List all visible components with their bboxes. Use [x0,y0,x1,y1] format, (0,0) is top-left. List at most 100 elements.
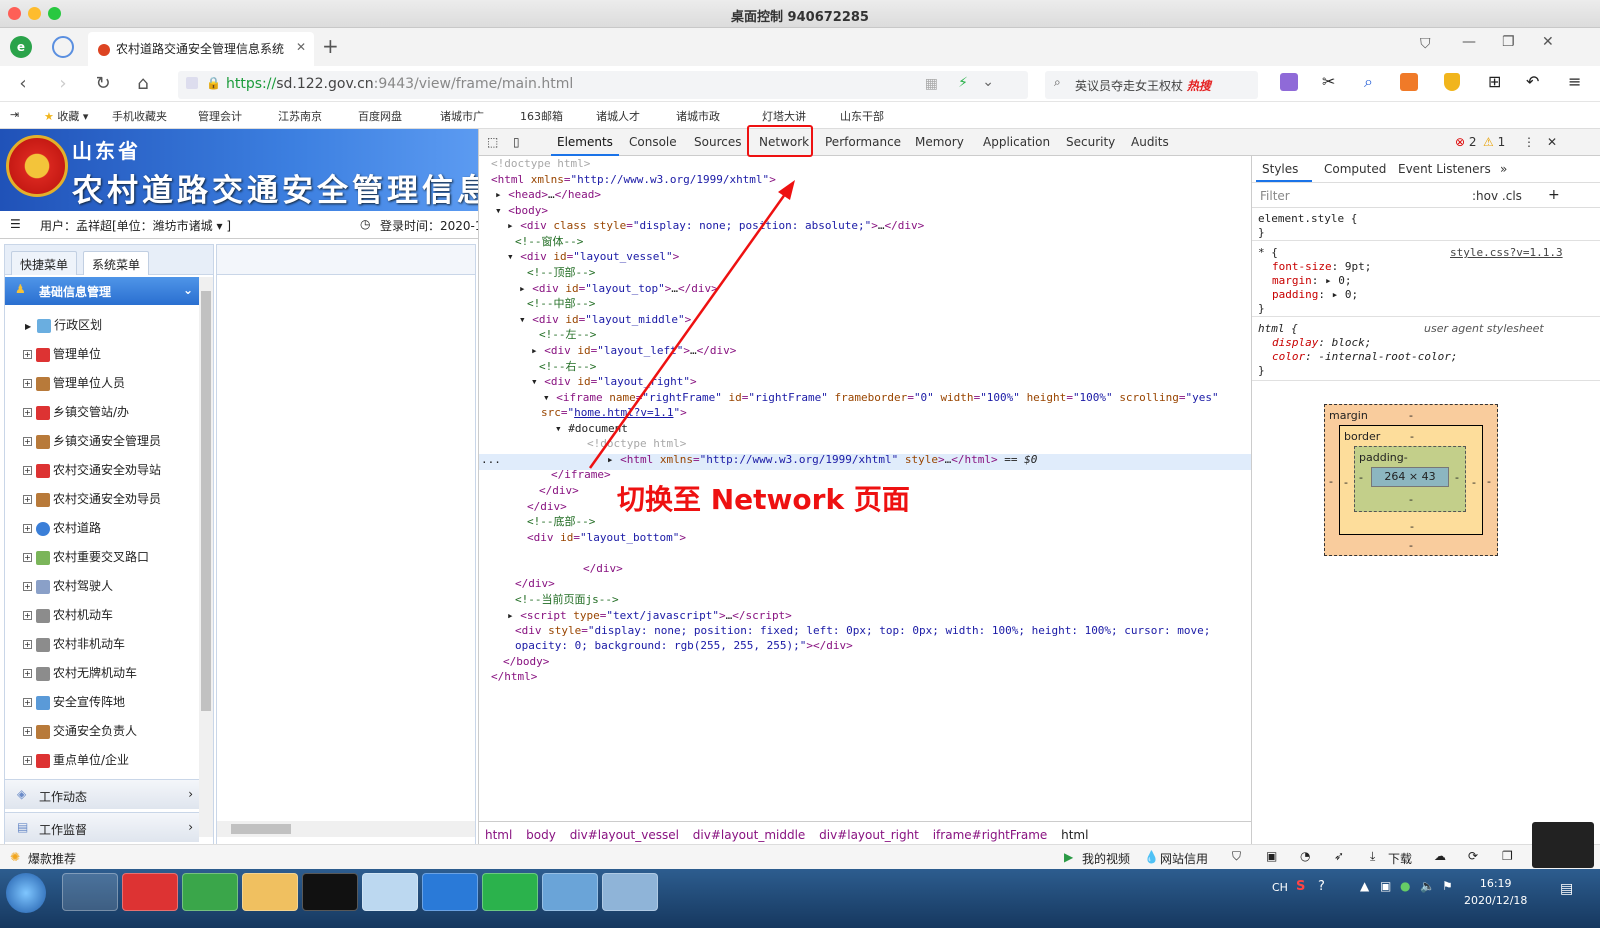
word-taskbar-icon[interactable] [422,873,478,911]
menu-scrollbar[interactable] [199,277,213,837]
restore-icon[interactable]: ❐ [1502,34,1515,50]
sync-icon[interactable]: ● [1400,879,1410,893]
menu-item[interactable]: + 乡镇交管站/办 [5,396,195,425]
menu-item[interactable]: + 农村非机动车 [5,628,195,657]
dom-line[interactable]: <!--当前页面js--> [515,592,619,608]
speed-icon[interactable]: ◔ [1300,849,1310,863]
tab-computed[interactable]: Computed [1324,162,1386,176]
tray-icon[interactable]: ▲ [1360,879,1369,893]
notes-taskbar-icon[interactable] [362,873,418,911]
netease-taskbar-icon[interactable] [122,873,178,911]
menu-item[interactable]: + 乡镇交通安全管理员 [5,425,195,454]
browser-logo-icon[interactable]: e [10,36,32,58]
reload-icon[interactable]: ↻ [92,74,114,96]
bookmark-1[interactable]: 手机收藏夹 [112,108,167,124]
grid-icon[interactable]: ⊞ [1488,72,1501,91]
box-model-diagram[interactable]: margin - - - - border - - - - padding- -… [1324,404,1498,556]
dom-line[interactable]: <html xmlns="http://www.w3.org/1999/xhtm… [491,172,776,188]
menu-item[interactable]: + 管理单位人员 [5,367,195,396]
chevron-down-icon[interactable]: ⌄ [982,74,994,90]
dom-line[interactable]: </div> [527,499,567,515]
translate-icon[interactable] [1280,73,1298,91]
window-icon[interactable]: ❐ [1502,849,1513,863]
dom-line[interactable]: opacity: 0; background: rgb(255, 255, 25… [515,638,853,654]
dom-line[interactable]: ▸ <div id="layout_top">…</div> [519,281,718,297]
menu-item[interactable]: + 管理单位 [5,338,195,367]
menu-item[interactable]: + 农村交通安全劝导站 [5,454,195,483]
crumb[interactable]: div#layout_right [819,828,919,842]
scissors-icon[interactable]: ✂ [1322,72,1335,91]
bookmark-4[interactable]: 百度网盘 [358,108,402,124]
tab-security[interactable]: Security [1066,135,1115,149]
dom-line[interactable]: ▾ #document [555,421,628,437]
horizontal-scrollbar[interactable] [217,821,475,837]
menu-item[interactable]: + 重点单位/企业 [5,744,195,773]
tab-quick-menu[interactable]: 快捷菜单 [11,251,78,275]
browser-tab[interactable]: 农村道路交通安全管理信息系统 ✕ [88,32,314,66]
navigate-icon[interactable] [52,36,74,58]
close-icon[interactable]: ✕ [1542,34,1554,50]
scroll-thumb[interactable] [201,291,211,711]
menu-section-work-supervision[interactable]: ▤ 工作监督 › [5,812,199,842]
dom-line[interactable]: </div> [515,576,555,592]
menu-icon[interactable]: ≡ [1568,72,1581,91]
css-declaration[interactable]: margin: ▸ 0; [1272,274,1352,287]
explorer-taskbar-icon[interactable] [242,873,298,911]
device-toolbar-icon[interactable]: ▯ [513,135,520,149]
sogou-icon[interactable]: S [1296,879,1305,894]
css-declaration[interactable]: padding: ▸ 0; [1272,288,1358,301]
filter-input[interactable]: Filter [1260,189,1290,203]
shirt-icon[interactable]: ⛉ [1420,36,1431,52]
dom-line[interactable]: <!--右--> [539,359,596,375]
image-icon[interactable]: ▣ [1266,849,1277,863]
tab-memory[interactable]: Memory [915,135,964,149]
tab-audits[interactable]: Audits [1131,135,1169,149]
dom-line[interactable]: <!doctype html> [587,436,686,452]
hov-cls-toggle[interactable]: :hov .cls [1472,189,1522,203]
crumb[interactable]: iframe#rightFrame [933,828,1048,842]
universal-rule[interactable]: * { [1258,246,1278,259]
url-field[interactable]: 🔒 https://sd.122.gov.cn:9443/view/frame/… [178,71,1028,99]
dom-line[interactable]: src="home.html?v=1.1"> [541,405,687,421]
css-declaration[interactable]: font-size: 9pt; [1272,260,1371,273]
menu-item[interactable]: + 农村重要交叉路口 [5,541,195,570]
home-icon[interactable]: ⌂ [132,74,154,96]
back-icon[interactable]: ‹ [12,74,34,96]
ie-taskbar-icon[interactable] [62,873,118,911]
qr-icon[interactable]: ▦ [925,76,938,92]
close-tab-icon[interactable]: ✕ [296,40,306,54]
menu-item[interactable]: + 农村无牌机动车 [5,657,195,686]
crumb[interactable]: body [526,828,556,842]
my-video-link[interactable]: 我的视频 [1082,850,1130,867]
bookmark-5[interactable]: 诸城市广 [440,108,484,124]
flag-icon[interactable]: ⚑ [1442,879,1453,893]
tab-performance[interactable]: Performance [825,135,901,149]
help-icon[interactable]: ? [1318,879,1325,894]
crumb[interactable]: div#layout_middle [693,828,806,842]
menu-item[interactable]: + 农村道路 [5,512,195,541]
scroll-thumb[interactable] [231,824,291,834]
css-source-link[interactable]: style.css?v=1.1.3 [1450,246,1563,259]
tab-application[interactable]: Application [983,135,1050,149]
dom-line[interactable]: <!--底部--> [527,514,595,530]
bookmark-7[interactable]: 诸城人才 [596,108,640,124]
bookmark-10[interactable]: 山东干部 [840,108,884,124]
dom-line[interactable]: ▾ <iframe name="rightFrame" id="rightFra… [543,390,1219,406]
sheet-taskbar-icon[interactable] [482,873,538,911]
bookmark-3[interactable]: 江苏南京 [278,108,322,124]
sidebar-toggle-icon[interactable]: ⇥ [10,108,19,121]
dom-line-selected[interactable]: ... ▸ <html xmlns="http://www.w3.org/199… [481,452,1037,468]
dom-line[interactable]: ▸ <div class style="display: none; posit… [507,218,924,234]
bookmark-9[interactable]: 灯塔大讲 [762,108,806,124]
crumb[interactable]: html [485,828,512,842]
rocket-icon[interactable]: ➶ [1334,849,1344,863]
dom-line[interactable]: </body> [503,654,549,670]
dom-line[interactable]: </html> [491,669,537,685]
menu-item[interactable]: + 安全宣传阵地 [5,686,195,715]
remote-taskbar-icon[interactable] [542,873,598,911]
forward-icon[interactable]: › [52,74,74,96]
menu-item[interactable]: ▶ 行政区划 [5,309,195,338]
bookmark-6[interactable]: 163邮箱 [520,108,563,124]
volume-icon[interactable]: 🔈 [1420,879,1435,893]
more-icon[interactable]: ⋮ [1523,135,1535,149]
